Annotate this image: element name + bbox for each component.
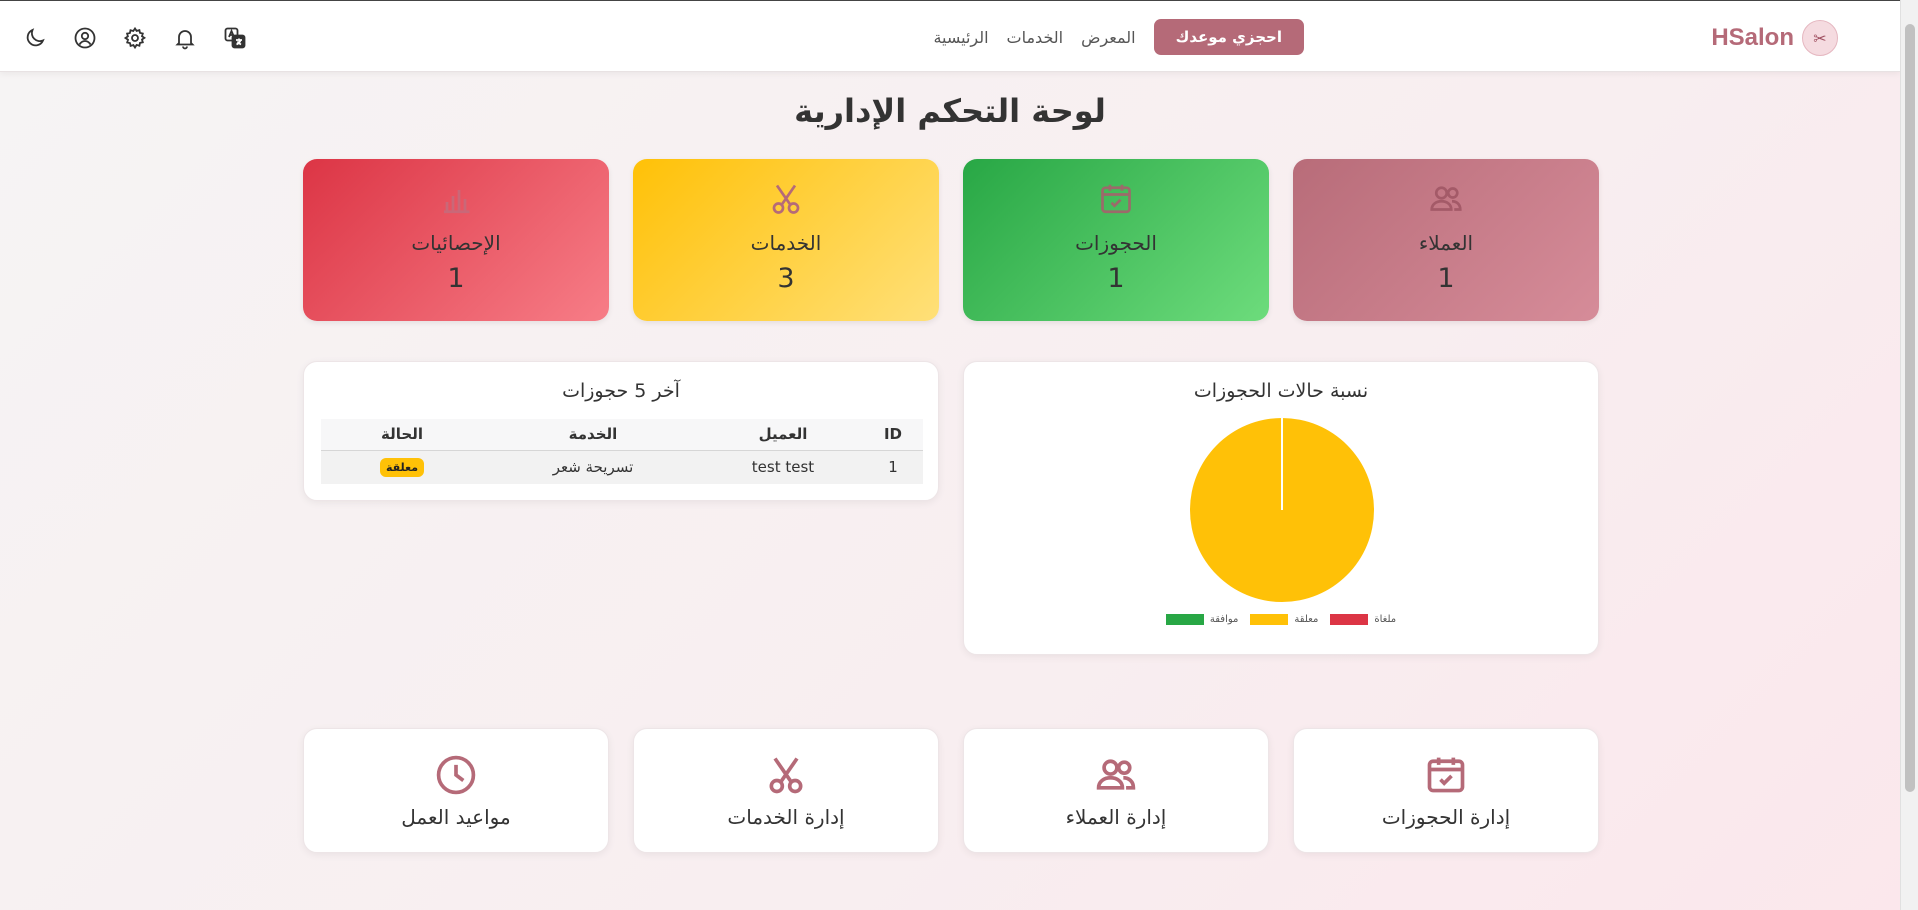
main-nav: الرئيسية الخدمات المعرض احجزي موعدك [933, 19, 1310, 55]
stat-value: 3 [777, 263, 795, 294]
stat-label: الإحصائيات [411, 231, 501, 255]
bar-chart-icon [303, 181, 609, 217]
legend-label: معلقة [1294, 614, 1319, 625]
users-icon [964, 753, 1268, 797]
stat-value: 1 [447, 263, 465, 294]
quick-link-label: مواعيد العمل [401, 805, 511, 829]
stat-value: 1 [1107, 263, 1125, 294]
quick-link-working-hours[interactable]: مواعيد العمل [303, 728, 609, 853]
legend-item[interactable]: معلقة [1250, 614, 1318, 625]
table-header-row: ID العميل الخدمة الحالة [321, 419, 923, 451]
chart-legend: موافقة معلقة ملغاة [964, 614, 1598, 625]
cell-status: معلقة [321, 450, 483, 484]
translate-language-icon[interactable] [222, 25, 248, 51]
quick-link-label: إدارة الخدمات [727, 805, 845, 829]
stat-label: الخدمات [750, 231, 822, 255]
pie-chart[interactable] [1189, 417, 1375, 603]
quick-link-label: إدارة الحجوزات [1381, 805, 1511, 829]
stat-card-statistics[interactable]: الإحصائيات 1 [303, 159, 609, 321]
legend-label: ملغاة [1374, 614, 1397, 625]
latest-bookings-card: آخر 5 حجوزات ID العميل الخدمة الحالة 1 t… [303, 361, 939, 501]
stat-card-clients[interactable]: العملاء 1 [1293, 159, 1599, 321]
stat-label: الحجوزات [1075, 231, 1157, 255]
scrollbar-thumb[interactable] [1905, 24, 1915, 792]
nav-gallery-link[interactable]: المعرض [1081, 28, 1135, 47]
dark-mode-moon-icon[interactable] [22, 25, 48, 51]
quick-link-manage-services[interactable]: إدارة الخدمات [633, 728, 939, 853]
column-header-id: ID [863, 419, 923, 451]
stat-label: العملاء [1418, 231, 1474, 255]
quick-link-label: إدارة العملاء [1065, 805, 1167, 829]
column-header-service: الخدمة [483, 419, 703, 451]
toolbar-icons [22, 23, 248, 53]
status-badge: معلقة [379, 458, 425, 478]
chart-title: نسبة حالات الحجوزات [1193, 380, 1369, 402]
nav-home-link[interactable]: الرئيسية [933, 28, 988, 47]
calendar-check-icon [963, 181, 1269, 217]
user-account-icon[interactable] [72, 25, 98, 51]
calendar-check-icon [1294, 753, 1598, 797]
legend-item[interactable]: ملغاة [1330, 614, 1396, 625]
booking-status-chart-card: نسبة حالات الحجوزات موافقة معلقة ملغاة [963, 361, 1599, 655]
notifications-bell-icon[interactable] [172, 25, 198, 51]
page-title: لوحة التحكم الإدارية [794, 92, 1106, 130]
settings-gear-icon[interactable] [122, 25, 148, 51]
scissors-icon [634, 753, 938, 797]
book-appointment-button[interactable]: احجزي موعدك [1153, 19, 1304, 55]
column-header-client: العميل [703, 419, 863, 451]
scissors-icon [633, 181, 939, 217]
users-icon [1293, 181, 1599, 217]
table-row[interactable]: 1 test test تسريحة شعر معلقة [321, 450, 923, 484]
latest-bookings-table: ID العميل الخدمة الحالة 1 test test تسري… [321, 419, 923, 484]
cell-client: test test [703, 450, 863, 484]
latest-bookings-title: آخر 5 حجوزات [562, 380, 680, 402]
top-navbar: HSalon ✂ الرئيسية الخدمات المعرض احجزي م… [0, 0, 1900, 72]
stat-value: 1 [1437, 263, 1455, 294]
legend-swatch [1165, 614, 1204, 625]
brand-name[interactable]: HSalon [1711, 24, 1794, 52]
stat-card-services[interactable]: الخدمات 3 [633, 159, 939, 321]
nav-services-link[interactable]: الخدمات [1007, 28, 1064, 47]
legend-swatch [1250, 614, 1289, 625]
brand-logo-icon[interactable]: ✂ [1802, 20, 1838, 56]
cell-service: تسريحة شعر [483, 450, 703, 484]
legend-swatch [1330, 614, 1369, 625]
column-header-status: الحالة [321, 419, 483, 451]
legend-label: موافقة [1209, 614, 1239, 625]
clock-icon [304, 753, 608, 797]
stat-card-bookings[interactable]: الحجوزات 1 [963, 159, 1269, 321]
brand[interactable]: HSalon ✂ [1711, 18, 1838, 58]
cell-id: 1 [863, 450, 923, 484]
quick-link-manage-clients[interactable]: إدارة العملاء [963, 728, 1269, 853]
page-scrollbar[interactable] [1900, 0, 1918, 910]
quick-link-manage-bookings[interactable]: إدارة الحجوزات [1293, 728, 1599, 853]
legend-item[interactable]: موافقة [1165, 614, 1239, 625]
